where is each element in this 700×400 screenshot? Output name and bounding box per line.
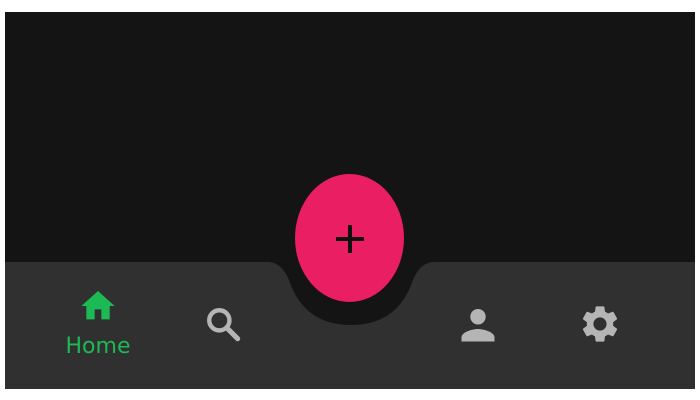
nav-item-search[interactable]	[195, 302, 251, 346]
plus-icon	[336, 225, 364, 253]
app-screen: Home	[5, 12, 695, 389]
nav-item-home[interactable]: Home	[60, 286, 136, 360]
home-icon	[81, 291, 115, 320]
nav-item-settings[interactable]	[572, 302, 628, 346]
gear-icon	[582, 306, 618, 342]
nav-label-home: Home	[65, 334, 131, 359]
person-icon	[461, 309, 495, 342]
search-icon	[207, 308, 241, 342]
nav-item-profile[interactable]	[450, 303, 506, 347]
add-button[interactable]	[295, 174, 404, 302]
